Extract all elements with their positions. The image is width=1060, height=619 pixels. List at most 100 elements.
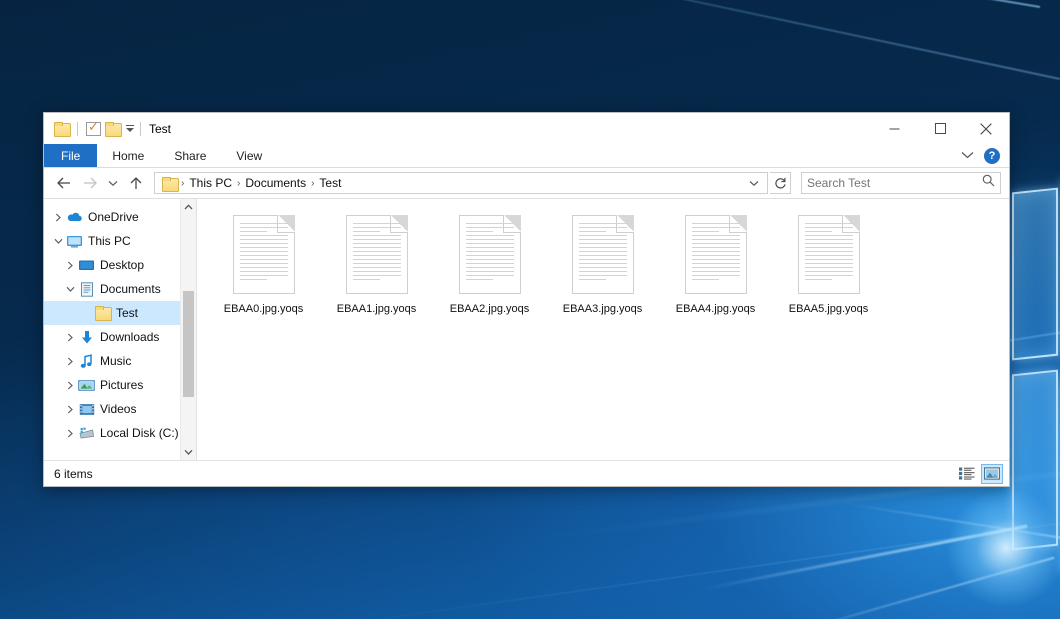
address-field-controls xyxy=(744,173,763,193)
status-bar: 6 items xyxy=(44,460,1009,486)
title-bar: Test xyxy=(44,113,1009,144)
sidebar-item-label: Downloads xyxy=(100,330,159,344)
sidebar-item-videos[interactable]: Videos xyxy=(44,397,196,421)
breadcrumb-this-pc[interactable]: This PC xyxy=(185,176,236,190)
chevron-right-icon[interactable] xyxy=(62,429,78,438)
search-icon[interactable] xyxy=(982,174,995,192)
chevron-right-icon[interactable] xyxy=(62,261,78,270)
chevron-down-icon[interactable] xyxy=(50,238,66,245)
sidebar-item-this-pc[interactable]: This PC xyxy=(44,229,196,253)
file-name: EBAA0.jpg.yoqs xyxy=(224,303,304,315)
sidebar-item-test[interactable]: Test xyxy=(44,301,196,325)
page-lines xyxy=(466,223,514,287)
tab-home-label: Home xyxy=(112,149,144,163)
generic-document-icon xyxy=(685,215,747,294)
help-icon[interactable]: ? xyxy=(984,148,1000,164)
sidebar-item-label: OneDrive xyxy=(88,210,139,224)
breadcrumb-test[interactable]: Test xyxy=(315,176,345,190)
desktop: Test File Home Share xyxy=(0,0,1060,619)
tab-home[interactable]: Home xyxy=(97,144,159,167)
tab-view[interactable]: View xyxy=(221,144,277,167)
sidebar-item-local-disk-c[interactable]: Local Disk (C:) xyxy=(44,421,196,445)
folder-icon[interactable] xyxy=(54,122,69,135)
sidebar-item-label: Music xyxy=(100,354,131,368)
sidebar-scrollbar-thumb[interactable] xyxy=(183,291,194,397)
tab-file[interactable]: File xyxy=(44,144,97,167)
windows-logo-pane xyxy=(1012,188,1058,361)
item-count-label: 6 items xyxy=(54,467,93,481)
recent-locations-chevron-icon[interactable] xyxy=(104,171,122,195)
sidebar-scrollbar[interactable] xyxy=(180,199,196,460)
search-input[interactable] xyxy=(807,176,982,190)
file-item[interactable]: EBAA2.jpg.yoqs xyxy=(433,209,546,333)
customize-caret-icon[interactable] xyxy=(126,125,134,132)
file-name: EBAA4.jpg.yoqs xyxy=(676,303,756,315)
file-item[interactable]: EBAA5.jpg.yoqs xyxy=(772,209,885,333)
address-field[interactable]: › This PC › Documents › Test xyxy=(154,172,768,194)
file-name: EBAA1.jpg.yoqs xyxy=(337,303,417,315)
view-toggle-group xyxy=(956,464,1003,484)
folder-icon xyxy=(94,306,111,320)
ribbon-right-controls: ? xyxy=(961,144,1009,167)
file-name: EBAA3.jpg.yoqs xyxy=(563,303,643,315)
large-icons-view-button[interactable] xyxy=(981,464,1003,484)
sidebar-item-desktop[interactable]: Desktop xyxy=(44,253,196,277)
sidebar-item-label: Documents xyxy=(100,282,161,296)
ribbon-tab-bar: File Home Share View ? xyxy=(44,144,1009,168)
tab-view-label: View xyxy=(236,149,262,163)
chevron-down-icon[interactable] xyxy=(961,150,974,162)
sidebar-item-music[interactable]: Music xyxy=(44,349,196,373)
minimize-button[interactable] xyxy=(871,113,917,144)
file-item[interactable]: EBAA3.jpg.yoqs xyxy=(546,209,659,333)
generic-document-icon xyxy=(346,215,408,294)
properties-icon[interactable] xyxy=(86,122,101,136)
file-item[interactable]: EBAA0.jpg.yoqs xyxy=(207,209,320,333)
chevron-right-icon[interactable] xyxy=(62,405,78,414)
back-button[interactable] xyxy=(52,171,76,195)
address-dropdown-icon[interactable] xyxy=(744,173,763,193)
tab-share-label: Share xyxy=(174,149,206,163)
search-box[interactable] xyxy=(801,172,1001,194)
generic-document-icon xyxy=(798,215,860,294)
sidebar-item-documents[interactable]: Documents xyxy=(44,277,196,301)
documents-icon xyxy=(78,282,95,297)
breadcrumb-documents[interactable]: Documents xyxy=(241,176,310,190)
folder-icon xyxy=(162,177,177,190)
scroll-up-arrow-icon[interactable] xyxy=(181,199,196,215)
music-note-icon xyxy=(78,354,95,369)
refresh-icon[interactable] xyxy=(770,172,791,194)
page-lines xyxy=(579,223,627,287)
tab-share[interactable]: Share xyxy=(159,144,221,167)
file-list-view[interactable]: EBAA0.jpg.yoqs EBAA1.jpg.yoqs xyxy=(197,199,1009,460)
up-button[interactable] xyxy=(124,171,148,195)
chevron-right-icon[interactable] xyxy=(50,213,66,222)
scroll-down-arrow-icon[interactable] xyxy=(181,444,196,460)
chevron-down-icon[interactable] xyxy=(62,286,78,293)
sidebar-item-pictures[interactable]: Pictures xyxy=(44,373,196,397)
sidebar-item-onedrive[interactable]: OneDrive xyxy=(44,205,196,229)
onedrive-cloud-icon xyxy=(66,211,83,223)
file-name: EBAA2.jpg.yoqs xyxy=(450,303,530,315)
sidebar-item-downloads[interactable]: Downloads xyxy=(44,325,196,349)
downloads-arrow-icon xyxy=(78,330,95,345)
window-body: OneDrive This PC xyxy=(44,198,1009,460)
file-name: EBAA5.jpg.yoqs xyxy=(789,303,869,315)
title-divider xyxy=(140,122,141,136)
close-button[interactable] xyxy=(963,113,1009,144)
wallpaper-hotspot xyxy=(946,488,1060,608)
chevron-right-icon[interactable] xyxy=(62,381,78,390)
chevron-right-icon[interactable] xyxy=(62,357,78,366)
file-item[interactable]: EBAA4.jpg.yoqs xyxy=(659,209,772,333)
maximize-button[interactable] xyxy=(917,113,963,144)
page-lines xyxy=(240,223,288,287)
videos-film-icon xyxy=(78,403,95,416)
hard-disk-icon xyxy=(78,427,95,439)
new-folder-icon[interactable] xyxy=(105,122,120,135)
chevron-right-icon[interactable] xyxy=(62,333,78,342)
page-lines xyxy=(353,223,401,287)
quick-access-toolbar xyxy=(44,122,134,136)
details-view-button[interactable] xyxy=(956,464,978,484)
forward-button[interactable] xyxy=(78,171,102,195)
file-item[interactable]: EBAA1.jpg.yoqs xyxy=(320,209,433,333)
file-explorer-window: Test File Home Share xyxy=(43,112,1010,487)
